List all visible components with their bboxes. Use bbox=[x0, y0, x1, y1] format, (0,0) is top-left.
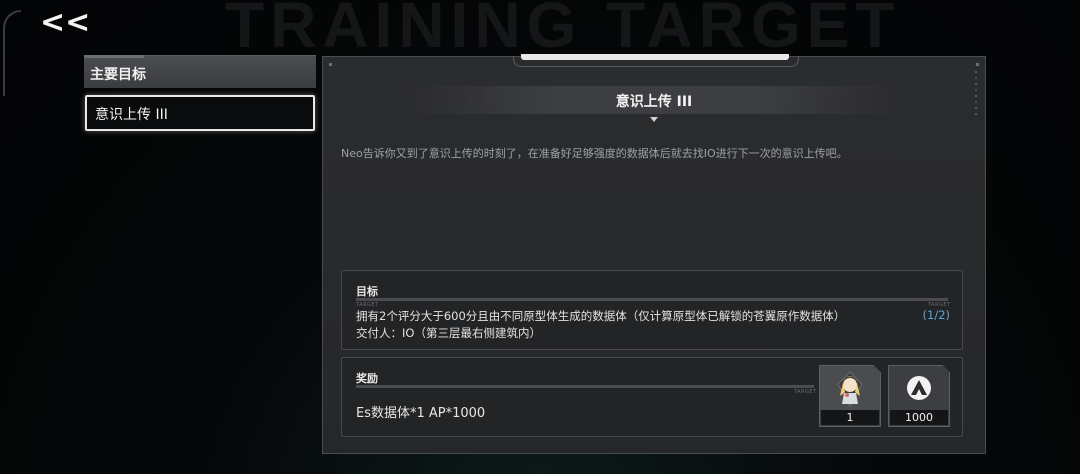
sidebar-header-label: 主要目标 bbox=[90, 67, 146, 83]
corner-dot bbox=[976, 63, 979, 66]
sidebar-item-label: 意识上传 III bbox=[95, 107, 168, 123]
reward-summary: Es数据体*1 AP*1000 bbox=[356, 406, 486, 421]
mission-description: Neo告诉你又到了意识上传的时刻了，在准备好足够强度的数据体后就去找IO进行下一… bbox=[341, 147, 848, 160]
panel-top-highlight bbox=[521, 54, 789, 60]
back-button[interactable]: << bbox=[40, 5, 91, 42]
mission-detail-panel: 意识上传 III Neo告诉你又到了意识上传的时刻了，在准备好足够强度的数据体后… bbox=[322, 54, 986, 454]
expand-caret-icon bbox=[650, 117, 658, 122]
reward-item-card[interactable]: 1 bbox=[819, 365, 881, 427]
reward-item-quantity: 1 bbox=[821, 410, 879, 425]
back-icon: << bbox=[40, 5, 91, 40]
goal-divider bbox=[356, 298, 948, 301]
character-portrait-icon bbox=[820, 366, 880, 410]
goal-label: 目标 bbox=[356, 285, 378, 298]
ap-token-icon bbox=[889, 366, 949, 410]
background-title: TRAINING TARGET bbox=[225, 0, 901, 61]
mission-title: 意识上传 III bbox=[615, 94, 693, 110]
reward-section: 奖励 TARGET Es数据体*1 AP*1000 1 1000 bbox=[341, 357, 963, 437]
sidebar-header: 主要目标 bbox=[84, 55, 316, 88]
corner-dot bbox=[329, 63, 332, 66]
mission-title-band: 意识上传 III bbox=[409, 86, 899, 114]
sidebar-item-mission[interactable]: 意识上传 III bbox=[85, 95, 315, 131]
reward-item-card[interactable]: 1000 bbox=[888, 365, 950, 427]
scroll-decoration bbox=[975, 71, 977, 119]
reward-item-quantity: 1000 bbox=[890, 410, 948, 425]
goal-requirement: 拥有2个评分大于600分且由不同原型体生成的数据体（仅计算原型体已解锁的苍翼原作… bbox=[356, 309, 846, 323]
goal-submitter: 交付人：IO（第三层最右侧建筑内） bbox=[356, 326, 541, 340]
reward-tag: TARGET bbox=[794, 389, 817, 395]
frame-decoration bbox=[3, 10, 21, 96]
header-tick-decoration bbox=[84, 55, 144, 58]
goal-section: 目标 TARGET TARGET 拥有2个评分大于600分且由不同原型体生成的数… bbox=[341, 270, 963, 350]
reward-divider bbox=[356, 385, 814, 388]
reward-label: 奖励 bbox=[356, 372, 378, 385]
goal-progress: (1/2) bbox=[922, 308, 950, 322]
